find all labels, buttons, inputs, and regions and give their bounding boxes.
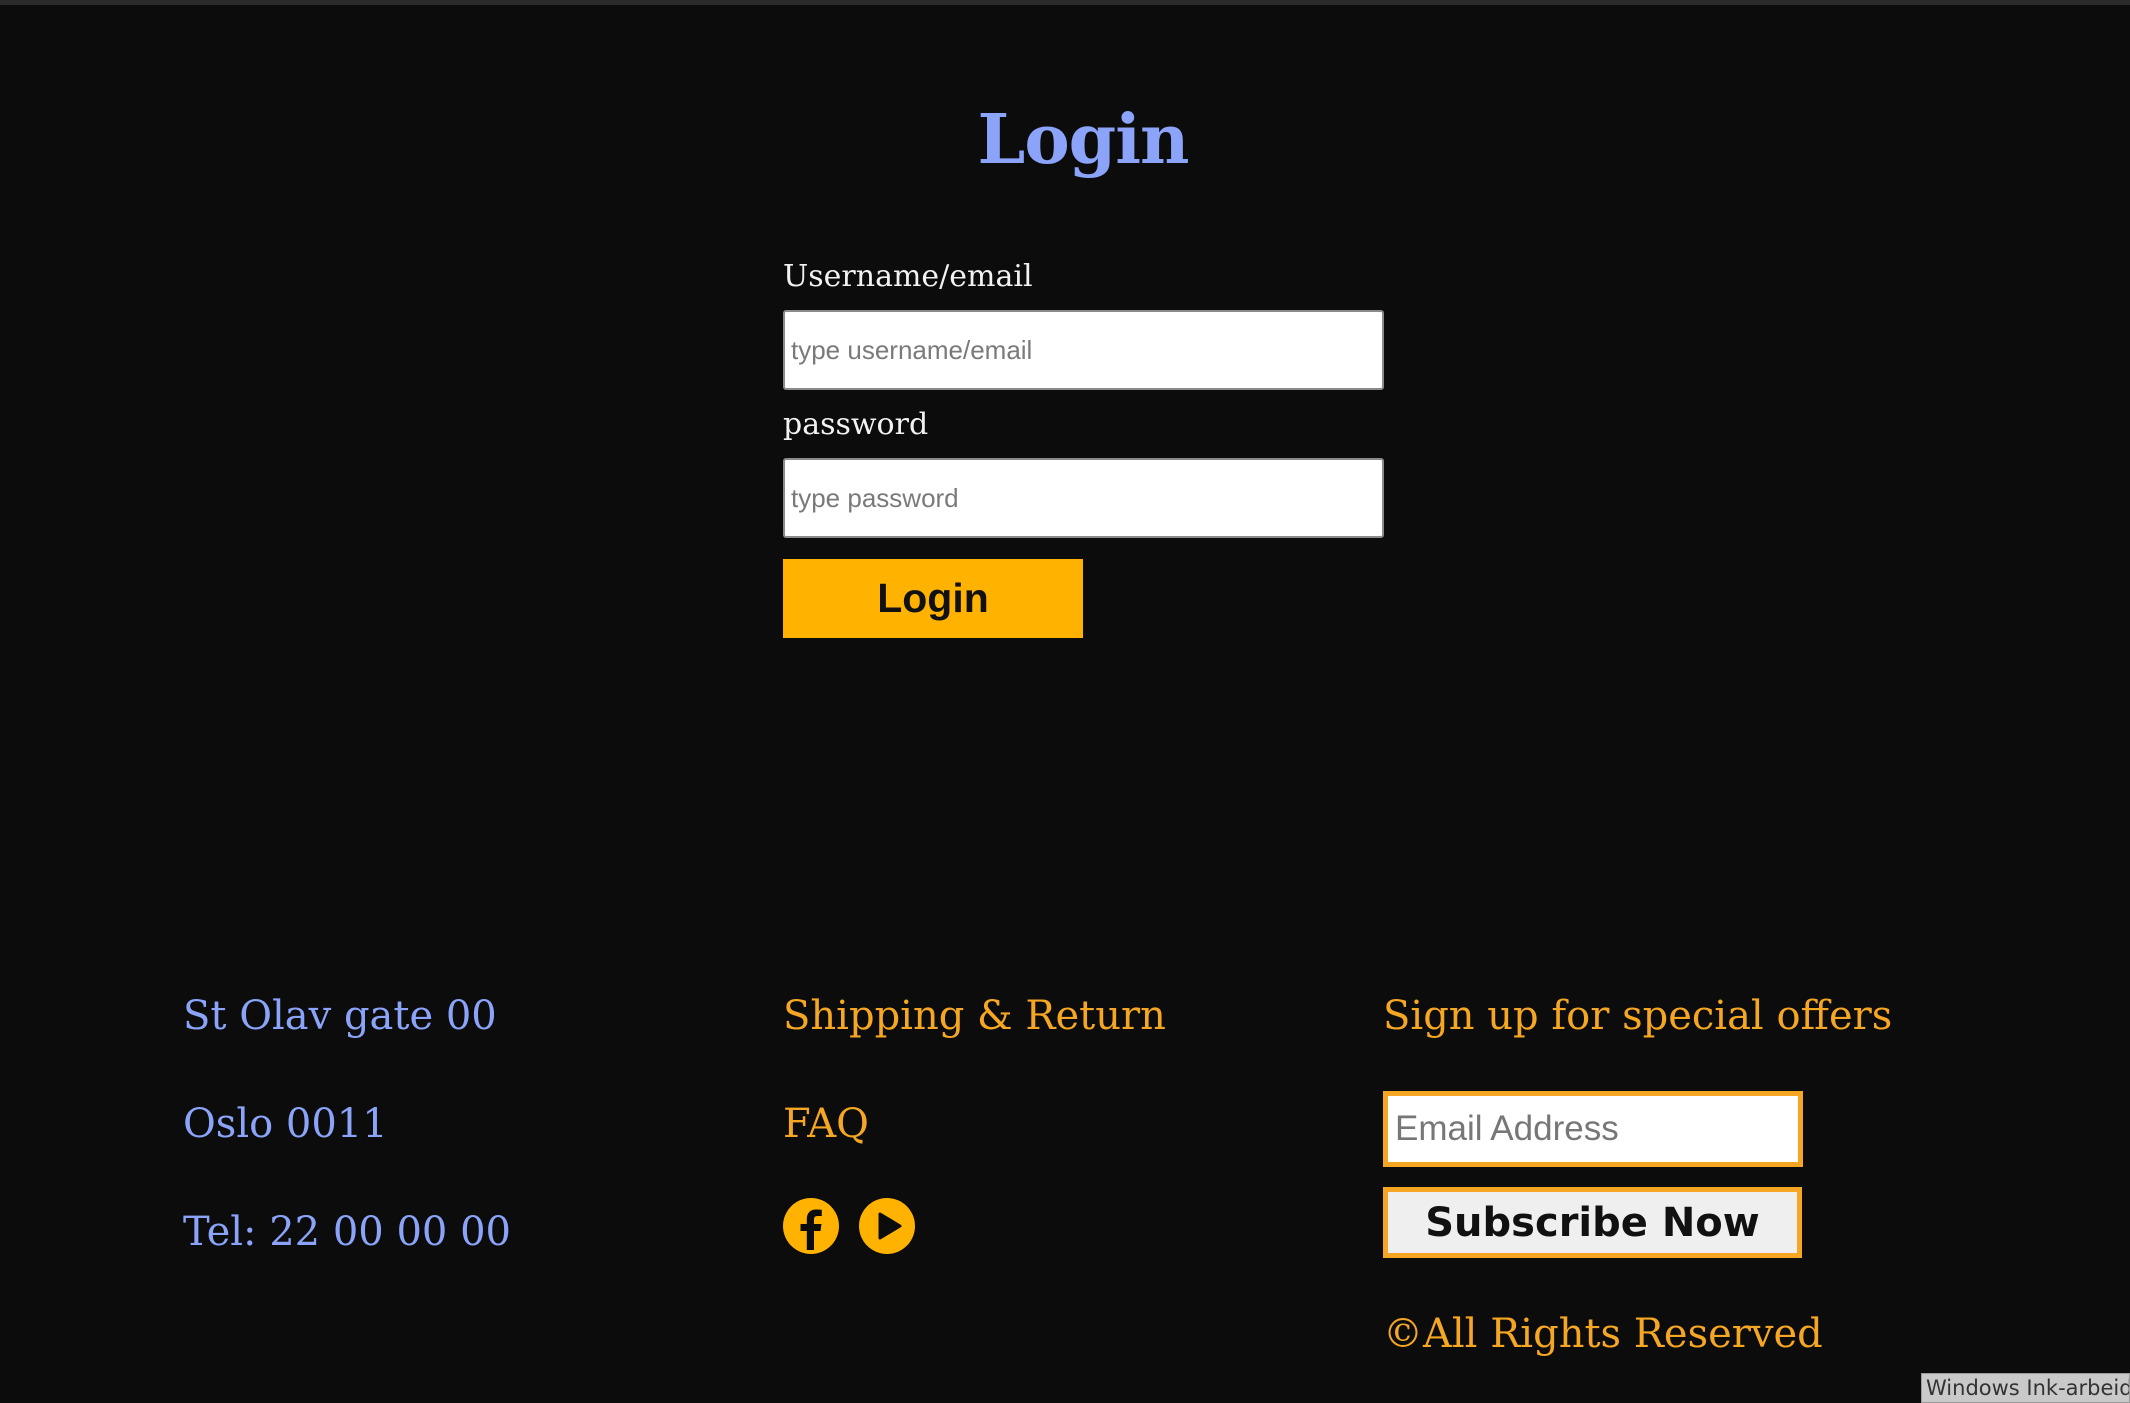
address-city: Oslo 0011 [183,1101,388,1147]
username-input[interactable] [783,310,1384,390]
address-phone: Tel: 22 00 00 00 [183,1209,511,1255]
newsletter-heading: Sign up for special offers [1383,993,1893,1039]
password-label: password [783,407,929,442]
copyright-text: ©All Rights Reserved [1383,1311,1823,1357]
password-input[interactable] [783,458,1384,538]
username-label: Username/email [783,259,1033,294]
windows-ink-workspace-tooltip[interactable]: Windows Ink-arbeidsområde [1921,1373,2130,1403]
login-button[interactable]: Login [783,559,1083,638]
shipping-return-link[interactable]: Shipping & Return [783,993,1166,1039]
faq-link[interactable]: FAQ [783,1101,869,1147]
address-street: St Olav gate 00 [183,993,497,1039]
facebook-icon[interactable] [783,1198,839,1254]
page-title: Login [977,100,1190,180]
subscribe-button[interactable]: Subscribe Now [1383,1187,1802,1258]
youtube-icon[interactable] [859,1198,915,1254]
top-border [0,0,2130,5]
newsletter-email-input[interactable] [1383,1091,1803,1167]
